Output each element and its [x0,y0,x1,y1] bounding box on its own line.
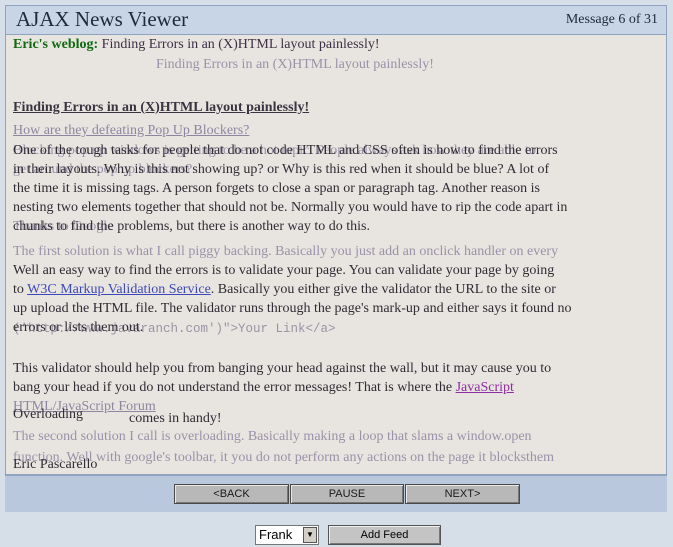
para2-to: to [13,282,24,297]
nav-bar: <BACK PAUSE NEXT> [5,475,667,512]
para3-line-2: bang your head if you do not understand … [13,380,453,395]
javascript-forum-link[interactable]: JavaScript [456,380,514,395]
next-button[interactable]: NEXT> [405,484,520,504]
para2-line-3: up upload the HTML file. The validator r… [13,301,572,316]
ghost-blog-title: Finding Errors in an (X)HTML layout pain… [156,57,434,72]
ghost-line-4: The first solution is what I call piggy … [13,244,559,259]
message-counter: Message 6 of 31 [565,12,658,27]
title-bar: AJAX News Viewer Message 6 of 31 [5,5,667,35]
blog-post-title: Finding Errors in an (X)HTML layout pain… [101,37,380,52]
body-line-2: in their layouts. Why is this not showin… [13,162,550,177]
w3c-validator-link[interactable]: W3C Markup Validation Service [27,282,211,297]
body-line-4: nesting two elements together that shoul… [13,200,568,215]
signature: Eric Pascarello [13,457,98,472]
add-feed-button[interactable]: Add Feed [328,525,441,545]
message-body: Eric's weblog: Finding Errors in an (X)H… [13,35,666,472]
chevron-down-icon[interactable]: ▼ [303,527,317,543]
feed-selected-value: Frank [259,527,293,542]
message-content-area[interactable]: Finding Errors in an (X)HTML layout pain… [5,35,667,475]
body-line-5: chunks to find the problems, but there i… [13,219,370,234]
ghost-second-solution: The second solution I call is overloadin… [13,429,532,444]
ghost-overloading: Overloading [13,407,83,422]
para2-line-4: errors or lists them out. [13,320,144,335]
para2-rest: . Basically you either give the validato… [210,282,556,297]
para3-line-1: This validator should help you from bang… [13,361,552,376]
body-line-1: One of the tough tasks for people that d… [13,143,558,158]
para2-line-1: Well an easy way to find the errors is t… [13,263,555,278]
feed-select[interactable]: Frank ▼ [255,525,319,545]
ghost-heading: How are they defeating Pop Up Blockers? [13,123,250,138]
pause-button[interactable]: PAUSE [290,484,404,504]
footer: <BACK PAUSE NEXT> Frank ▼ Add Feed [5,475,667,547]
blog-label: Eric's weblog: [13,37,99,52]
back-button[interactable]: <BACK [174,484,289,504]
body-line-3: the time it is missing tags. A person fo… [13,181,540,196]
para3-comes: comes in handy! [129,411,222,426]
app-title: AJAX News Viewer [16,7,189,31]
article-heading: Finding Errors in an (X)HTML layout pain… [13,100,310,115]
